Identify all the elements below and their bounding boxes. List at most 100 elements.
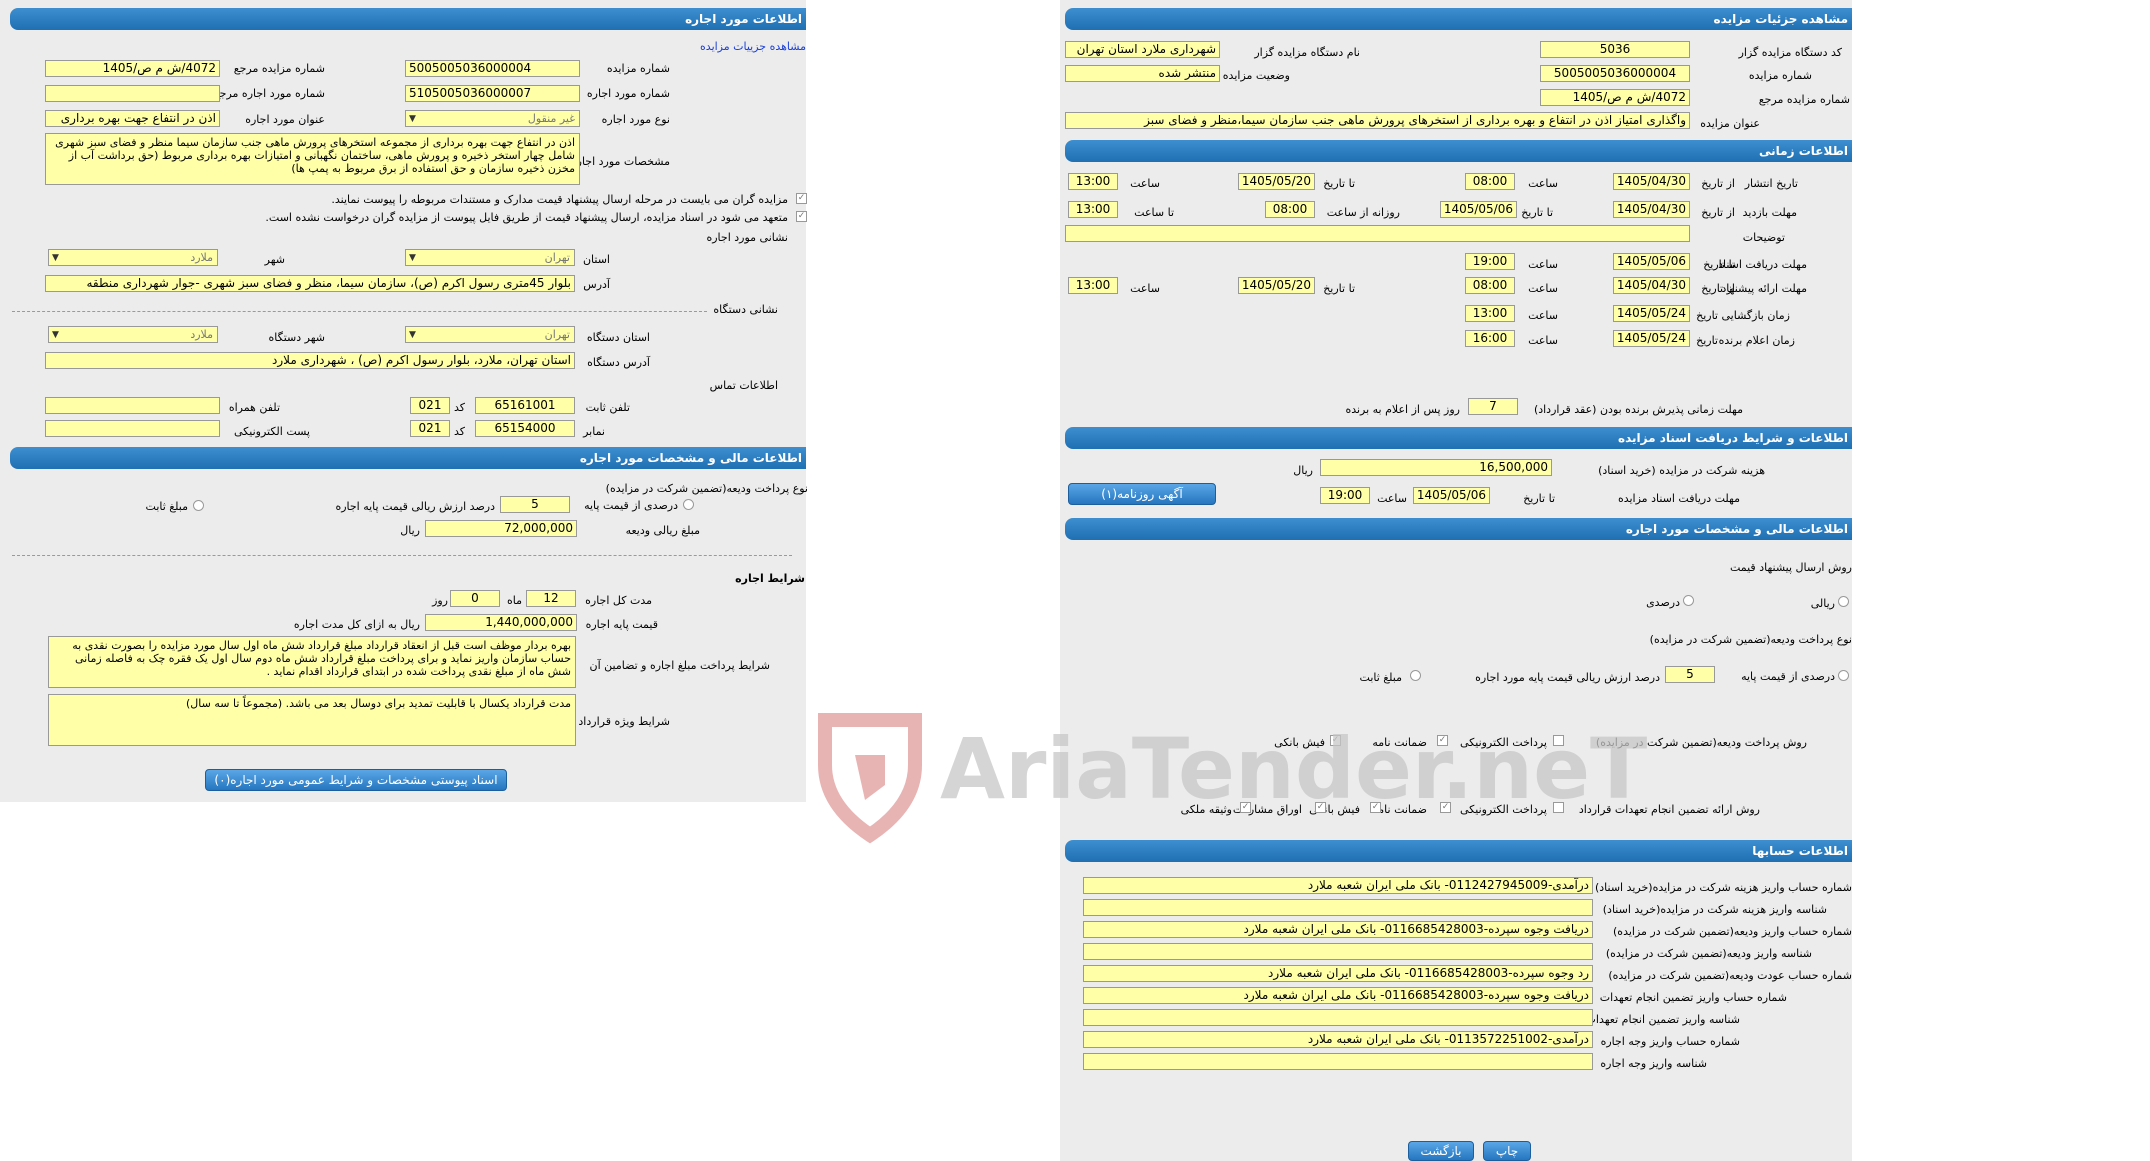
auction-details-header: مشاهده جزئیات مزایده <box>1065 8 1852 30</box>
watermark-text: AriaTender.neT <box>940 720 1648 818</box>
org-code-label: کد دستگاه مزایده گزار <box>1738 46 1842 59</box>
left-financial-header: اطلاعات مالی و مشخصات مورد اجاره <box>10 447 806 469</box>
org-city-label: شهر دستگاه <box>268 331 325 344</box>
visit-daily-from: 08:00 <box>1265 201 1315 218</box>
org-province-select[interactable]: تهران ▼ <box>405 326 575 343</box>
mobile-label: تلفن همراه <box>228 401 280 414</box>
deposit-percent-radio[interactable] <box>1838 670 1849 681</box>
winner-time: 16:00 <box>1465 330 1515 347</box>
newspaper-ad-button[interactable]: آگهی روزنامه(۱) <box>1068 483 1216 505</box>
city-select[interactable]: ملارد ▼ <box>48 249 218 266</box>
mobile-field <box>45 397 220 414</box>
title-field: واگذاری امتیاز اذن در انتفاع و بهره بردا… <box>1065 112 1690 129</box>
account-field: دریافت وجوه سپرده-0116685428003- بانک مل… <box>1083 987 1593 1004</box>
doc-receive-time: 19:00 <box>1465 253 1515 270</box>
winner-date-label: تاریخ <box>1696 334 1718 347</box>
account-label: شماره حساب واریز وجه اجاره <box>1600 1035 1740 1048</box>
doc-fee-label: هزینه شرکت در مزایده (خرید اسناد) <box>1598 464 1765 477</box>
time-info-header: اطلاعات زمانی <box>1065 140 1852 162</box>
org-province-label: استان دستگاه <box>586 331 650 344</box>
visit-to-label: تا تاریخ <box>1521 206 1553 219</box>
offer-to-date: 1405/05/20 <box>1238 277 1315 294</box>
print-button[interactable]: چاپ <box>1483 1141 1531 1161</box>
duration-days-unit: روز <box>432 594 448 607</box>
fixed-radio[interactable] <box>193 500 204 511</box>
chevron-down-icon: ▼ <box>409 114 416 124</box>
item-title-field: اذن در انتفاع جهت بهره برداری <box>45 110 220 127</box>
note1-checkbox: ✓ <box>796 193 807 204</box>
description-field <box>1065 225 1690 242</box>
account-field: درآمدی-0112427945009- بانک ملی ایران شعب… <box>1083 877 1593 894</box>
chevron-down-icon: ▼ <box>409 330 416 340</box>
duration-days-field: 0 <box>450 590 500 607</box>
percent-method-label: درصدی <box>1646 596 1680 609</box>
org-address-field: استان تهران، ملارد، بلوار رسول اکرم (ص) … <box>45 352 575 369</box>
publish-to-date: 1405/05/20 <box>1238 173 1315 190</box>
account-label: شماره حساب عودت ودیعه(تضمین شرکت در مزای… <box>1608 969 1852 982</box>
special-terms-label: شرایط ویژه قرارداد <box>578 715 670 728</box>
view-auction-details-link[interactable]: مشاهده جزییات مزایده <box>700 40 806 53</box>
opening-date: 1405/05/24 <box>1613 305 1690 322</box>
duration-label: مدت کل اجاره <box>585 594 652 607</box>
account-label: شماره حساب واریز ودیعه(تضمین شرکت در مزا… <box>1613 925 1852 938</box>
right-financial-header: اطلاعات مالی و مشخصات مورد اجاره <box>1065 518 1852 540</box>
right-ref-number-label: شماره مزایده مرجع <box>1758 93 1850 106</box>
payment-terms-textarea: بهره بردار موظف است قبل از انعقاد قراردا… <box>48 636 576 688</box>
publish-from-date: 1405/04/30 <box>1613 173 1690 190</box>
item-specs-textarea: اذن در انتفاع جهت بهره برداری از مجموعه … <box>45 133 580 185</box>
item-type-select[interactable]: غیر منقول ▼ <box>405 110 580 127</box>
doc-deadline-time: 19:00 <box>1320 487 1370 504</box>
winner-date: 1405/05/24 <box>1613 330 1690 347</box>
right-auction-number-label: شماره مزایده <box>1748 69 1812 82</box>
percent-radio[interactable] <box>683 499 694 510</box>
lease-ref-number-field <box>45 85 220 102</box>
auction-ref-number-label: شماره مزایده مرجع <box>233 62 325 75</box>
base-price-label: قیمت پایه اجاره <box>585 618 658 631</box>
doc-receive-to-label: تا تاریخ <box>1703 258 1735 271</box>
province-select[interactable]: تهران ▼ <box>405 249 575 266</box>
deposit-fixed-option: مبلغ ثابت <box>1359 671 1402 684</box>
item-specs-label: مشخصات مورد اجاره <box>570 155 670 168</box>
item-type-label: نوع مورد اجاره <box>601 113 670 126</box>
percent-option-label: درصدی از قیمت پایه <box>584 499 678 512</box>
divider <box>12 555 792 556</box>
opening-time-label: ساعت <box>1528 309 1558 322</box>
publish-to-time: 13:00 <box>1068 173 1118 190</box>
status-field: منتشر شده <box>1065 65 1220 82</box>
account-field <box>1083 1009 1593 1026</box>
org-city-select[interactable]: ملارد ▼ <box>48 326 218 343</box>
deposit-percent-field: 5 <box>1665 666 1715 683</box>
account-field <box>1083 943 1593 960</box>
doc-deadline-date: 1405/05/06 <box>1413 487 1490 504</box>
email-field <box>45 420 220 437</box>
acceptance-label: مهلت زمانی پذیرش برنده بودن (عقد قرارداد… <box>1533 403 1743 416</box>
fax-field: 65154000 <box>475 420 575 437</box>
visit-to-date: 1405/05/06 <box>1440 201 1517 218</box>
winner-time-label: ساعت <box>1528 334 1558 347</box>
publish-to-time-label: ساعت <box>1130 177 1160 190</box>
account-label: شناسه واریز تضمین انجام تعهدات <box>1585 1013 1740 1026</box>
rial-option-label: ریالی <box>1810 597 1835 610</box>
rial-radio[interactable] <box>1838 596 1849 607</box>
opening-date-label: تاریخ <box>1696 309 1718 322</box>
publish-from-label: از تاریخ <box>1701 177 1735 190</box>
attachments-button[interactable]: اسناد پیوستی مشخصات و شرایط عمومی مورد ا… <box>205 769 507 791</box>
deposit-fixed-radio[interactable] <box>1410 670 1421 681</box>
payment-terms-label: شرایط پرداخت مبلغ اجاره و تضامین آن <box>589 659 771 672</box>
duration-months-field: 12 <box>526 590 576 607</box>
email-label: پست الکترونیکی <box>234 425 310 438</box>
visit-daily-label: روزانه از ساعت <box>1326 206 1400 219</box>
percent-method-radio[interactable] <box>1683 595 1694 606</box>
back-button[interactable]: بازگشت <box>1408 1141 1474 1161</box>
aria-tender-logo <box>818 713 922 844</box>
status-label: وضعیت مزایده <box>1222 69 1290 82</box>
doc-deadline-label: مهلت دریافت اسناد مزایده <box>1617 492 1740 505</box>
fixed-option-label: مبلغ ثابت <box>145 500 188 513</box>
visit-label: مهلت بازدید <box>1742 206 1797 219</box>
note2-checkbox: ✓ <box>796 211 807 222</box>
right-auction-number-field: 5005005036000004 <box>1540 65 1690 82</box>
right-ref-number-field: 4072/ش م ص/1405 <box>1540 89 1690 106</box>
address-field: بلوار 45متری رسول اکرم (ص)، سازمان سیما،… <box>45 275 575 292</box>
org-code-field: 5036 <box>1540 41 1690 58</box>
item-title-label: عنوان مورد اجاره <box>245 113 325 126</box>
